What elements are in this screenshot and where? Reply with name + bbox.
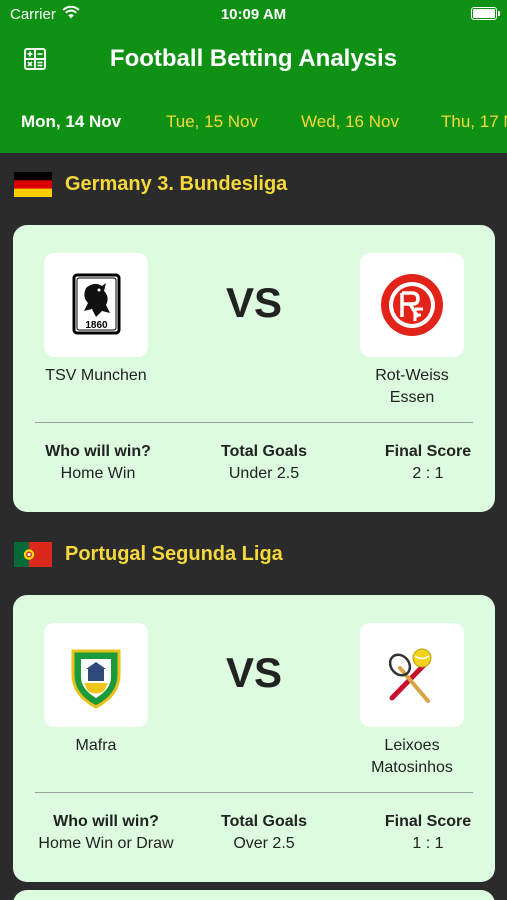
prediction-heading: Final Score [384, 443, 472, 460]
app-title: Football Betting Analysis [109, 45, 398, 72]
prediction-total-goals: Total Goals Over 2.5 [194, 811, 334, 855]
prediction-heading: Who will win? [45, 443, 151, 460]
tsv-munchen-crest-icon: 1860 [72, 273, 121, 335]
app-header: Carrier 10:09 AM Football Betting Analys… [0, 0, 507, 153]
mafra-crest-icon [71, 649, 121, 709]
match-card[interactable]: 1860 VS TSV Munchen Rot-Weiss Essen Who … [13, 225, 495, 512]
prediction-winner: Who will win? Home Win or Draw [21, 811, 191, 855]
clock: 10:09 AM [220, 6, 287, 23]
rot-weiss-essen-crest-icon [381, 274, 443, 336]
league-header: Portugal Segunda Liga [14, 540, 494, 568]
prediction-value: Under 2.5 [228, 465, 300, 482]
tab-date-wed[interactable]: Wed, 16 Nov [301, 112, 399, 132]
prediction-value: 2 : 1 [412, 465, 444, 482]
card-divider [35, 422, 473, 423]
match-card[interactable]: VS Mafra Leixoes Matosinhos Who will win… [13, 595, 495, 882]
vs-label: VS [225, 279, 283, 326]
away-team-logo [360, 623, 464, 727]
home-team-name: TSV Munchen [45, 367, 147, 384]
away-team-name: Rot-Weiss Essen [375, 367, 449, 406]
prediction-value: Home Win [60, 465, 136, 482]
vs-label: VS [225, 649, 283, 696]
league-name: Germany 3. Bundesliga [65, 173, 288, 195]
portugal-flag-icon [14, 542, 52, 567]
battery-tip [498, 11, 500, 16]
leixoes-crest-icon [388, 648, 432, 703]
away-team-logo [360, 253, 464, 357]
prediction-heading: Who will win? [53, 813, 159, 830]
league-header: Germany 3. Bundesliga [14, 170, 494, 198]
league-name: Portugal Segunda Liga [65, 543, 283, 565]
crest-year: 1860 [85, 320, 108, 331]
tab-date-tue[interactable]: Tue, 15 Nov [166, 112, 258, 132]
prediction-value: 1 : 1 [412, 835, 444, 852]
home-team-logo: 1860 [44, 253, 148, 357]
prediction-final-score: Final Score 1 : 1 [373, 811, 483, 855]
tab-date-mon[interactable]: Mon, 14 Nov [21, 112, 121, 132]
tab-date-thu[interactable]: Thu, 17 Nov [441, 112, 507, 132]
away-team-name: Leixoes Matosinhos [371, 737, 453, 776]
home-team-logo [44, 623, 148, 727]
match-card[interactable] [13, 890, 495, 900]
card-divider [35, 792, 473, 793]
germany-flag-icon [14, 172, 52, 197]
home-team-name: Mafra [75, 737, 117, 754]
prediction-final-score: Final Score 2 : 1 [373, 441, 483, 485]
prediction-heading: Final Score [384, 813, 472, 830]
battery-icon [471, 7, 497, 20]
prediction-winner: Who will win? Home Win [28, 441, 168, 485]
prediction-heading: Total Goals [221, 813, 307, 830]
prediction-value: Over 2.5 [233, 835, 295, 852]
date-tabs: Mon, 14 Nov Tue, 15 Nov Wed, 16 Nov Thu,… [0, 108, 507, 138]
prediction-value: Home Win or Draw [38, 835, 174, 852]
prediction-heading: Total Goals [221, 443, 307, 460]
status-bar: Carrier 10:09 AM [0, 0, 507, 28]
prediction-total-goals: Total Goals Under 2.5 [194, 441, 334, 485]
